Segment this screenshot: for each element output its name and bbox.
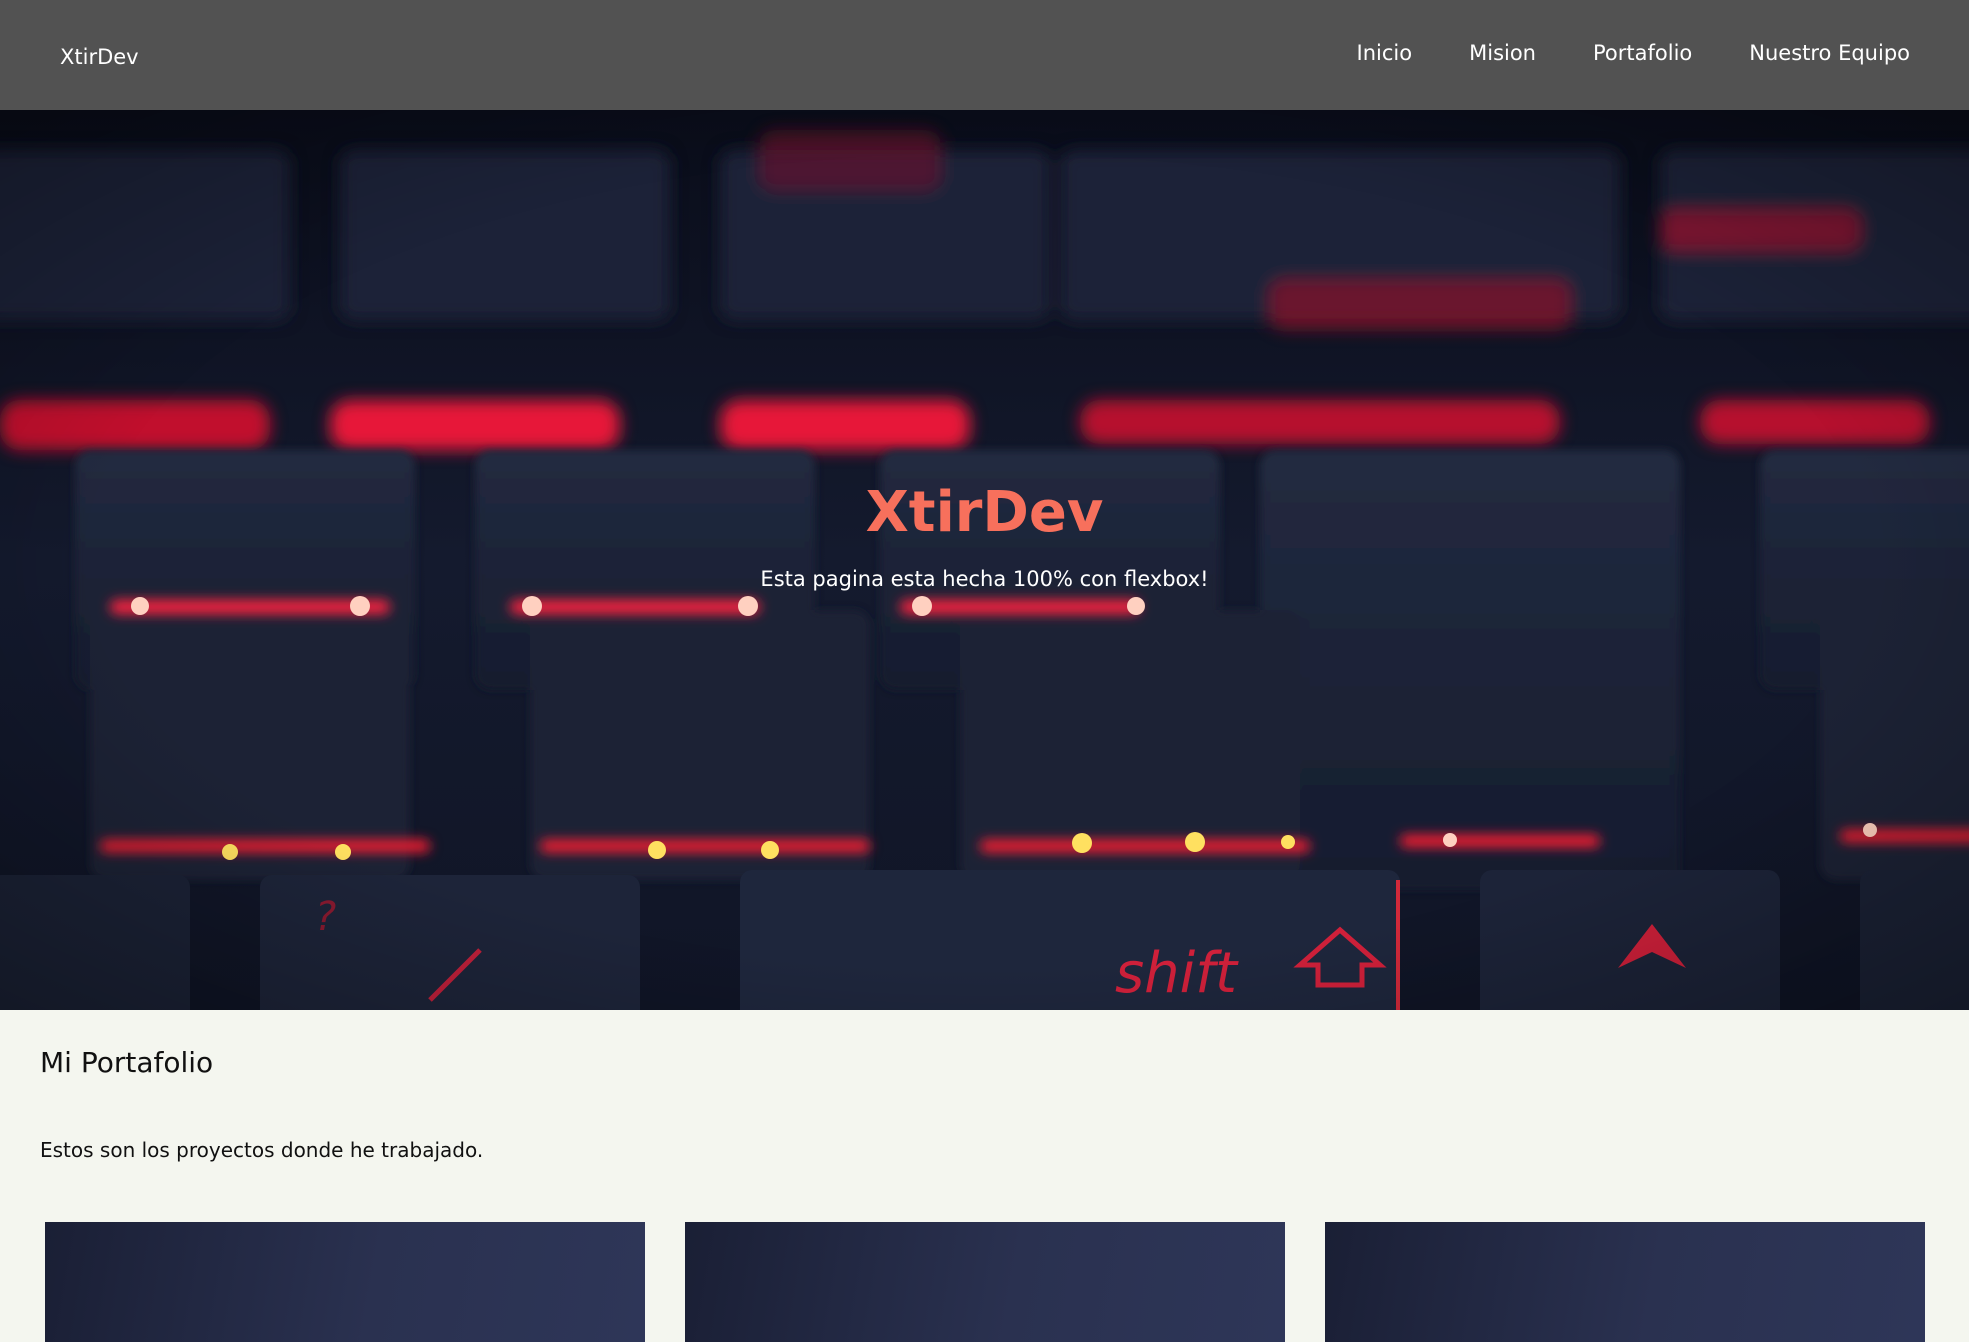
navbar: XtirDev Inicio Mision Portafolio Nuestro… — [0, 0, 1969, 110]
portfolio-section: Mi Portafolio Estos son los proyectos do… — [0, 1010, 1969, 1342]
hero-subtitle: Esta pagina esta hecha 100% con flexbox! — [760, 566, 1209, 591]
portfolio-description: Estos son los proyectos donde he trabaja… — [40, 1138, 484, 1162]
project-cards — [45, 1222, 1925, 1342]
nav-item-nuestro-equipo: Nuestro Equipo — [1692, 41, 1910, 65]
nav-link-inicio[interactable]: Inicio — [1357, 41, 1413, 65]
project-card[interactable] — [45, 1222, 645, 1342]
project-card[interactable] — [685, 1222, 1285, 1342]
nav-link-mision[interactable]: Mision — [1469, 41, 1536, 65]
brand-logo-link[interactable]: XtirDev — [60, 45, 139, 69]
nav-item-mision: Mision — [1412, 41, 1536, 65]
nav-item-portafolio: Portafolio — [1536, 41, 1692, 65]
hero-title: XtirDev — [865, 479, 1104, 545]
hero-section: shift ? XtirDev Esta pagina esta hecha 1… — [0, 110, 1969, 1010]
nav-link-portafolio[interactable]: Portafolio — [1593, 41, 1692, 65]
nav-menu: Inicio Mision Portafolio Nuestro Equipo — [1300, 41, 1910, 65]
project-card[interactable] — [1325, 1222, 1925, 1342]
nav-item-inicio: Inicio — [1300, 41, 1413, 65]
portfolio-title: Mi Portafolio — [40, 1046, 214, 1079]
nav-link-nuestro-equipo[interactable]: Nuestro Equipo — [1749, 41, 1910, 65]
hero-content: XtirDev Esta pagina esta hecha 100% con … — [0, 110, 1969, 1010]
